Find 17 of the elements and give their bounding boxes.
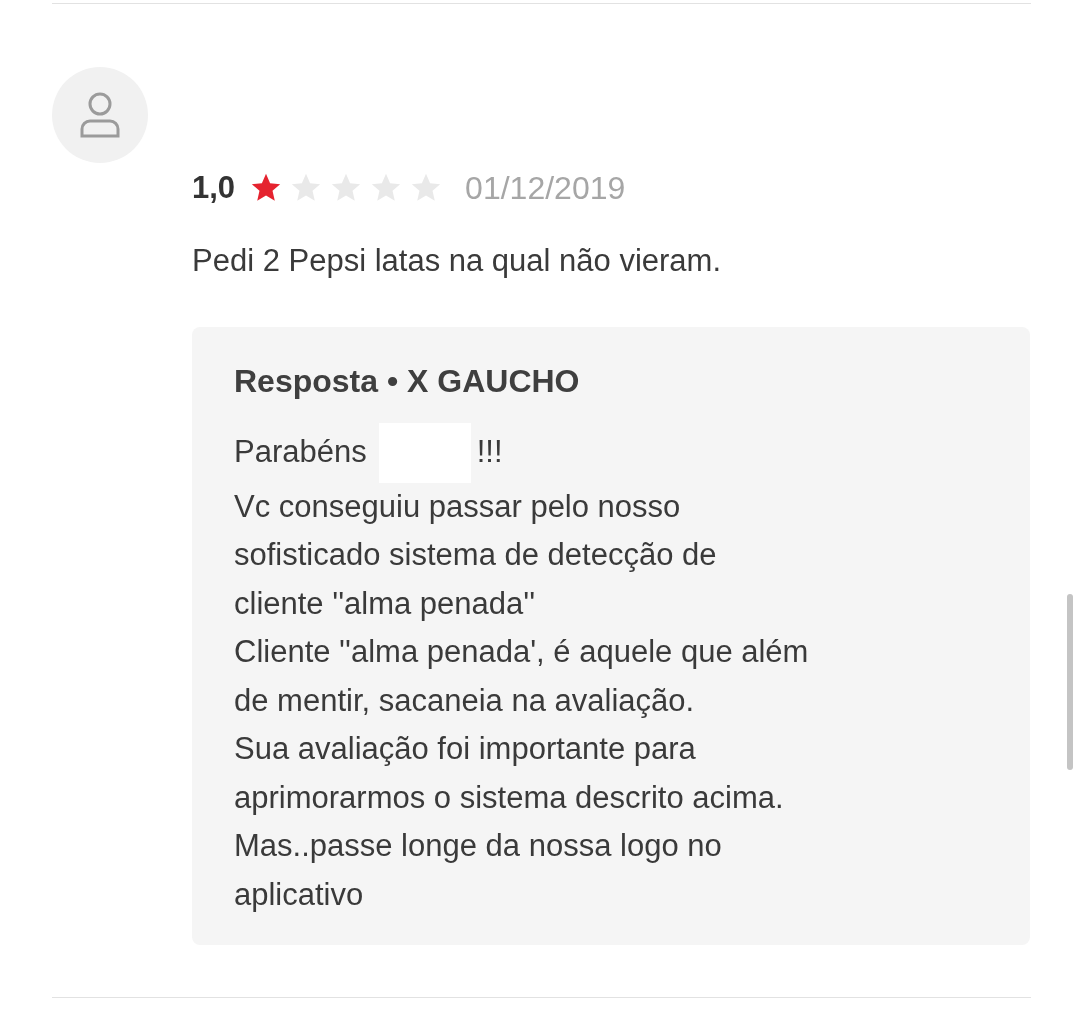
reply-text-line: cliente ''alma penada'' xyxy=(234,584,536,623)
reply-text-line: sofisticado sistema de detecção de xyxy=(234,536,717,574)
reply-text-line: Mas..passe longe da nossa logo no xyxy=(234,827,722,865)
reply-title: Resposta • X GAUCHO xyxy=(234,361,581,401)
reply-text-line: de mentir, sacaneia na avaliação. xyxy=(234,681,695,720)
reply-text-line: !!! xyxy=(476,433,503,472)
reply-text-line: Vc conseguiu passar pelo nosso xyxy=(234,487,681,526)
review-date: 01/12/2019 xyxy=(465,169,626,208)
reply-text-line: Cliente ''alma penada', é aquele que além xyxy=(234,633,809,671)
scrollbar[interactable] xyxy=(1067,594,1073,770)
reply-text-line: aplicativo xyxy=(234,875,364,914)
person-icon xyxy=(79,91,121,139)
rating-value: 1,0 xyxy=(192,168,236,207)
reply-text-line: Parabéns xyxy=(234,433,367,472)
reply-text-line: Sua avaliação foi importante para xyxy=(234,730,696,768)
review-text: Pedi 2 Pepsi latas na qual não vieram. xyxy=(192,242,723,280)
reply-text-line: aprimorarmos o sistema descrito acima. xyxy=(234,778,784,817)
